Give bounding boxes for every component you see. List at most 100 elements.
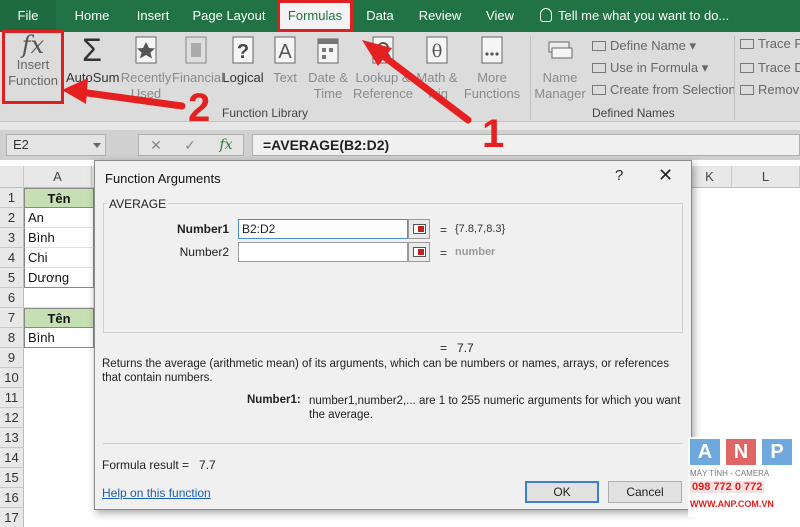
column-header-k[interactable]: K [688,166,732,188]
ok-button[interactable]: OK [525,481,599,503]
arg1-equals: = [440,223,448,237]
tab-home[interactable]: Home [66,0,118,32]
row-header[interactable]: 15 [0,468,24,488]
fx-icon[interactable]: fx [211,135,241,155]
arg1-input[interactable]: B2:D2 [238,219,408,239]
insert-function-button[interactable]: fx Insert Function [2,30,64,104]
cancel-button[interactable]: Cancel [608,481,682,503]
autosum-button[interactable]: Σ AutoSum [66,34,120,86]
tab-formulas[interactable]: Formulas [277,0,353,32]
row-header[interactable]: 10 [0,368,24,388]
star-book-icon [135,36,157,64]
svg-text:A: A [278,41,292,63]
help-icon[interactable]: ? [615,167,623,184]
math-trig-button[interactable]: θ Math & Trig [414,34,460,102]
autosum-label: AutoSum [66,70,120,85]
column-header-l[interactable]: L [732,166,800,188]
tab-insert[interactable]: Insert [128,0,178,32]
tab-page-layout[interactable]: Page Layout [188,0,270,32]
formula-bar: E2 ✕ ✓ fx =AVERAGE(B2:D2) [0,130,800,160]
recently-used-button[interactable]: Recently Used [120,34,172,102]
row-header[interactable]: 8 [0,328,24,348]
tab-review[interactable]: Review [412,0,468,32]
cell-a3[interactable]: Bình [24,228,94,248]
name-manager-label: Name Manager [534,70,586,101]
collapse-dialog-icon[interactable] [408,219,430,239]
define-name-button[interactable]: Define Name ▾ [592,38,696,54]
tag-icon [592,41,606,51]
tell-me-search[interactable]: Tell me what you want to do... [540,0,729,32]
financial-button[interactable]: Financial [172,34,224,86]
row-header[interactable]: 6 [0,288,24,308]
formula-tag-icon [592,63,606,73]
tab-file[interactable]: File [0,0,56,32]
financial-icon [185,36,207,64]
use-in-formula-button[interactable]: Use in Formula ▾ [592,60,708,76]
date-time-button[interactable]: Date & Time [304,34,352,102]
collapse-dialog-icon[interactable] [408,242,430,262]
math-trig-label: Math & Trig [416,70,458,101]
date-time-label: Date & Time [308,70,348,101]
step-1-label: 1 [482,112,505,156]
tell-me-text: Tell me what you want to do... [558,8,730,23]
cell-a8[interactable]: Bình [24,328,94,348]
tab-view[interactable]: View [478,0,522,32]
arg1-result: {7.8,7,8.3} [455,223,506,235]
row-header[interactable]: 13 [0,428,24,448]
logo-letter: A [690,439,720,465]
text-button[interactable]: A Text [268,34,302,86]
cell-a6[interactable] [24,288,94,308]
cell-a7[interactable]: Tên [24,308,94,328]
logo-tagline: MÁY TÍNH - CAMERA [690,469,770,478]
text-a-icon: A [274,36,296,64]
trace-precedents-button[interactable]: Trace P [740,36,800,51]
name-box[interactable]: E2 [6,134,106,156]
arg-description-name: Number1: [247,394,301,406]
calendar-icon [317,38,339,64]
insert-function-label: Insert Function [8,57,58,88]
column-header-a[interactable]: A [24,166,92,188]
cell-a1[interactable]: Tên [24,188,94,208]
trace-dependents-button[interactable]: Trace D [740,60,800,75]
name-tags-icon [548,41,573,59]
formula-input[interactable]: =AVERAGE(B2:D2) [252,134,800,156]
row-header[interactable]: 2 [0,208,24,228]
close-icon[interactable]: ✕ [658,165,673,186]
tab-data[interactable]: Data [360,0,400,32]
cell-a2[interactable]: An [24,208,94,228]
ribbon-formulas: fx Insert Function Σ AutoSum Recently Us… [0,30,800,122]
row-header[interactable]: 3 [0,228,24,248]
select-all-corner[interactable] [0,166,24,188]
ribbon-divider [530,36,531,120]
create-from-selection-button[interactable]: Create from Selection [592,82,736,97]
recently-used-label: Recently Used [120,70,172,101]
check-icon[interactable]: ✓ [175,135,205,155]
cancel-icon[interactable]: ✕ [141,135,171,155]
row-header[interactable]: 14 [0,448,24,468]
logical-button[interactable]: ? Logical [222,34,264,86]
logical-label: Logical [222,70,264,85]
lookup-reference-button[interactable]: Lookup & Reference [352,34,414,102]
more-dots-icon [481,36,503,64]
row-header[interactable]: 12 [0,408,24,428]
row-header[interactable]: 1 [0,188,24,208]
more-functions-button[interactable]: More Functions [460,34,524,102]
dialog-title: Function Arguments [105,171,221,186]
row-header[interactable]: 7 [0,308,24,328]
row-header[interactable]: 16 [0,488,24,508]
row-header[interactable]: 5 [0,268,24,288]
remove-arrows-button[interactable]: Remov [740,82,799,97]
cell-a5[interactable]: Dương [24,268,94,288]
function-description: Returns the average (arithmetic mean) of… [102,358,669,384]
arg2-input[interactable] [238,242,408,262]
row-header[interactable]: 4 [0,248,24,268]
name-manager-button[interactable]: Name Manager [534,34,586,102]
fx-icon: fx [21,31,45,59]
row-header[interactable]: 9 [0,348,24,368]
row-header[interactable]: 11 [0,388,24,408]
trace-dependents-label: Trace D [758,60,800,75]
dialog-divider [103,443,683,444]
help-on-function-link[interactable]: Help on this function [102,486,211,500]
row-header[interactable]: 17 [0,508,24,527]
cell-a4[interactable]: Chi [24,248,94,268]
